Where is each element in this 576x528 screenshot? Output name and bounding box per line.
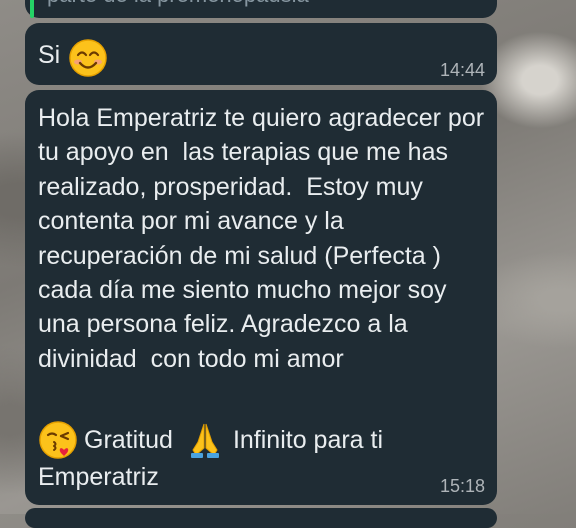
message-text-end: Emperatriz [38,463,159,491]
message-bubble[interactable]: Si 14:44 [25,23,497,85]
next-message-bubble[interactable] [25,508,497,528]
infinito-text: Infinito para ti [232,426,384,454]
previous-message-bubble[interactable]: parte de la premenopausia [25,0,497,18]
quote-bar [30,0,34,18]
message-time: 14:44 [439,60,485,80]
message-emoji-line: Gratitud Infinito para ti [38,420,383,460]
message-text: Si [38,41,61,69]
face-blowing-kiss-icon [38,420,78,460]
message-bubble[interactable]: Hola Emperatriz te quiero agradecer por … [25,90,497,505]
message-time: 15:18 [439,476,485,496]
message-text: Hola Emperatriz te quiero agradecer por … [38,104,492,373]
smiling-face-emoji-icon [68,38,108,78]
folded-hands-icon [187,420,223,460]
gratitud-text: Gratitud [84,426,173,454]
quoted-text: parte de la premenopausia [47,0,309,8]
